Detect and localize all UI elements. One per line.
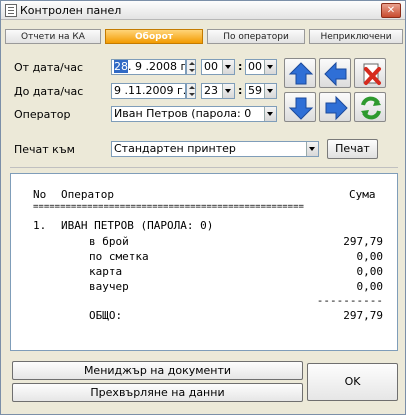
chevron-down-icon [264,107,276,121]
arrow-left-icon [324,61,347,87]
to-date-spinner[interactable] [186,83,196,99]
tab-bar: Отчети на КА Оборот По оператори Неприкл… [5,29,403,44]
up-button[interactable] [284,58,316,88]
to-date-value: 9 .11.2009 г. [114,84,186,97]
operator-label: Оператор [14,108,71,121]
to-label: До дата/час [14,85,84,98]
operator-value: Иван Петров (парола: 0 [114,107,252,120]
data-conversion-button[interactable]: Прехвърляне на данни [12,383,303,402]
chevron-down-icon [222,84,234,98]
clear-icon [363,63,381,85]
time-colon: : [238,84,243,97]
to-hour-select[interactable]: 23 [201,83,235,99]
chevron-down-icon [264,84,276,98]
time-colon: : [238,60,243,73]
document-manager-button[interactable]: Мениджър на документи [12,361,303,380]
window-title: Контролен панел [20,4,122,17]
from-hour-value: 00 [204,60,218,73]
line-label: карта [89,265,123,278]
to-minute-value: 59 [248,84,262,97]
chevron-down-icon [222,60,234,74]
line-label: по сметка [89,250,149,263]
from-date-day: 28 [114,60,128,73]
divider [10,167,398,168]
arrow-down-icon [288,97,314,120]
to-hour-value: 23 [204,84,218,97]
tab-by-operators[interactable]: По оператори [207,29,305,44]
to-minute-select[interactable]: 59 [245,83,277,99]
from-minute-value: 00 [248,60,262,73]
tab-turnover[interactable]: Оборот [105,29,203,44]
from-date-spinner[interactable] [186,59,196,75]
arrow-up-icon [288,62,314,85]
close-button[interactable]: ✕ [381,3,401,18]
to-date-field[interactable]: 9 .11.2009 г. [111,83,186,99]
print-to-label: Печат към [14,143,75,156]
row-no: 1. [33,219,47,232]
chevron-down-icon [264,60,276,74]
operator-select[interactable]: Иван Петров (парола: 0 [111,106,277,122]
total-label: ОБЩО: [89,309,123,322]
col-operator-header: Оператор [61,188,114,201]
header-rule: ========================================… [33,202,304,212]
refresh-button[interactable] [354,92,386,122]
refresh-icon [361,96,381,120]
from-hour-select[interactable]: 00 [201,59,235,75]
line-label: в брой [89,235,129,248]
total-value: 297,79 [343,309,383,322]
line-label: ваучер [89,280,129,293]
report-area: No Оператор Сума =======================… [10,173,398,351]
line-value: 0,00 [356,280,384,293]
row-operator: ИВАН ПЕТРОВ (ПАРОЛА: 0) [61,219,214,232]
printer-select[interactable]: Стандартен принтер [111,141,319,157]
left-button[interactable] [319,58,351,88]
clear-button[interactable] [354,58,386,88]
line-value: 0,00 [356,265,384,278]
arrow-right-icon [325,95,348,121]
chevron-down-icon [306,142,318,156]
line-value: 0,00 [356,250,384,263]
col-no-header: No [33,188,47,201]
from-date-rest: . 9 .2008 г. [128,60,186,73]
tab-ka-reports[interactable]: Отчети на КА [5,29,101,44]
line-value: 297,79 [343,235,383,248]
print-button[interactable]: Печат [327,139,378,159]
col-sum-header: Сума [349,188,376,201]
printer-value: Стандартен принтер [114,142,236,155]
title-bar: Контролен панел ✕ [1,1,405,20]
control-panel-window: Контролен панел ✕ Отчети на КА Оборот По… [0,0,406,415]
dash-rule: ---------- [316,294,383,307]
from-minute-select[interactable]: 00 [245,59,277,75]
from-label: От дата/час [14,61,84,74]
tab-unfinished[interactable]: Неприключени [309,29,403,44]
app-icon [5,4,17,17]
from-date-field[interactable]: 28. 9 .2008 г. [111,59,186,75]
right-button[interactable] [319,92,351,122]
ok-button[interactable]: OK [307,363,398,401]
down-button[interactable] [284,92,316,122]
